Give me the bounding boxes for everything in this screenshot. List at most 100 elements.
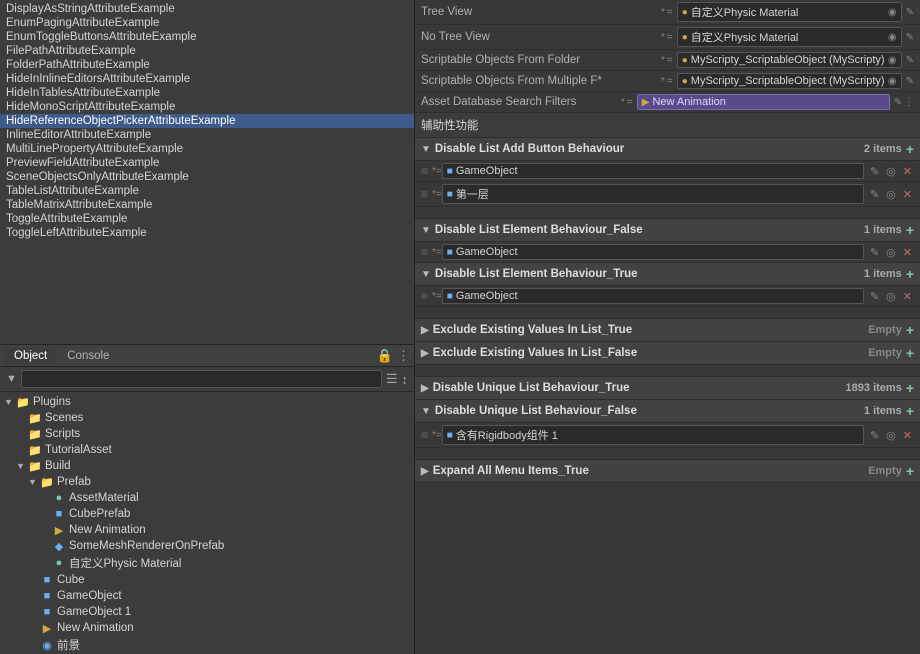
drag-handle-2[interactable]: ≡: [421, 187, 428, 201]
section-arrow-uniq-false[interactable]: [421, 406, 431, 417]
edit-row-1[interactable]: ✎: [868, 165, 881, 178]
link-icon4[interactable]: *: [661, 76, 665, 87]
add-button-true[interactable]: +: [906, 266, 914, 282]
edit-icon5[interactable]: ✎: [894, 97, 902, 108]
edit-icon[interactable]: ✎: [906, 7, 914, 18]
equal-icon3[interactable]: =: [667, 55, 673, 66]
edit-row-2[interactable]: ✎: [868, 188, 881, 201]
scriptable-from-field[interactable]: ● MyScripty_ScriptableObject (MyScripty)…: [677, 52, 902, 68]
edit-row-4[interactable]: ✎: [868, 290, 881, 303]
tab-object[interactable]: Object: [4, 348, 57, 364]
more-icon[interactable]: ⋮: [397, 348, 410, 364]
equal-icon5[interactable]: =: [627, 97, 633, 108]
attr-item-hideininlineeditorsattributeexample[interactable]: HideInInlineEditorsAttributeExample: [0, 72, 414, 86]
row-obj-go3[interactable]: ■ GameObject: [442, 288, 864, 304]
asset-db-field[interactable]: ▶ New Animation: [637, 94, 890, 110]
delete-row-1[interactable]: ✕: [901, 165, 914, 178]
tree-item-assetmaterial[interactable]: ●AssetMaterial: [0, 490, 414, 506]
sort-icon[interactable]: ↕: [402, 372, 409, 387]
attr-item-folderpathattributeexample[interactable]: FolderPathAttributeExample: [0, 58, 414, 72]
attr-item-enumpagingattributeexample[interactable]: EnumPagingAttributeExample: [0, 16, 414, 30]
tab-console[interactable]: Console: [57, 348, 119, 364]
attr-item-enumtogglebuttonsattributeexample[interactable]: EnumToggleButtonsAttributeExample: [0, 30, 414, 44]
tree-item-tutorialasset[interactable]: 📁TutorialAsset: [0, 442, 414, 458]
drag-handle-1[interactable]: ≡: [421, 164, 428, 178]
edit-row-5[interactable]: ✎: [868, 429, 881, 442]
tree-item-cubeprefab[interactable]: ■CubePrefab: [0, 506, 414, 522]
row-obj-layer[interactable]: ■ 第一层: [442, 184, 864, 204]
attr-item-previewfieldattributeexample[interactable]: PreviewFieldAttributeExample: [0, 156, 414, 170]
row-obj-rigidbody[interactable]: ■ 含有Rigidbody组件 1: [442, 425, 864, 445]
equal-icon2[interactable]: =: [667, 32, 673, 43]
row-equal-icon4[interactable]: =: [436, 291, 442, 302]
section-arrow-true[interactable]: [421, 269, 431, 280]
equal-icon4[interactable]: =: [667, 76, 673, 87]
attr-item-hidereferenceobjectpickerattributeexample[interactable]: HideReferenceObjectPickerAttributeExampl…: [0, 114, 414, 128]
attr-item-toggleattributeexample[interactable]: ToggleAttributeExample: [0, 212, 414, 226]
edit-icon4[interactable]: ✎: [906, 76, 914, 87]
tree-item-newanimation2[interactable]: ▶New Animation: [0, 620, 414, 636]
row-obj-go1[interactable]: ■ GameObject: [442, 163, 864, 179]
row-equal-icon3[interactable]: =: [436, 247, 442, 258]
delete-row-4[interactable]: ✕: [901, 290, 914, 303]
section-arrow-false[interactable]: [421, 225, 431, 236]
attr-item-displayasstringattributeexample[interactable]: DisplayAsStringAttributeExample: [0, 2, 414, 16]
tree-item-build[interactable]: ▼📁Build: [0, 458, 414, 474]
link-icon[interactable]: *: [661, 7, 665, 18]
tree-view-field[interactable]: ● 自定义Physic Material ◉: [677, 2, 902, 22]
attr-item-toggleleftattributeexample[interactable]: ToggleLeftAttributeExample: [0, 226, 414, 240]
attr-item-hidemonoscriptattributeexample[interactable]: HideMonoScriptAttributeExample: [0, 100, 414, 114]
tree-item-scripts[interactable]: 📁Scripts: [0, 426, 414, 442]
tree-item-prefab[interactable]: ▼📁Prefab: [0, 474, 414, 490]
clone-row-1[interactable]: ◎: [884, 165, 898, 178]
delete-row-3[interactable]: ✕: [901, 246, 914, 259]
attr-item-filepathattributeexample[interactable]: FilePathAttributeExample: [0, 44, 414, 58]
attr-item-tablelistattributeexample[interactable]: TableListAttributeExample: [0, 184, 414, 198]
tree-item-gameobject1[interactable]: ■GameObject 1: [0, 604, 414, 620]
row-obj-go2[interactable]: ■ GameObject: [442, 244, 864, 260]
clone-row-5[interactable]: ◎: [884, 429, 898, 442]
tree-item-plugins[interactable]: ▼📁Plugins: [0, 394, 414, 410]
no-tree-view-field[interactable]: ● 自定义Physic Material ◉: [677, 27, 902, 47]
section-arrow-ex-false[interactable]: [421, 348, 429, 359]
drag-handle-4[interactable]: ≡: [421, 289, 428, 303]
link-icon2[interactable]: *: [661, 32, 665, 43]
row-equal-icon5[interactable]: =: [436, 430, 442, 441]
add-button-uniq-false[interactable]: +: [906, 403, 914, 419]
tree-item-cube[interactable]: ■Cube: [0, 572, 414, 588]
row-equal-icon2[interactable]: =: [436, 189, 442, 200]
delete-row-2[interactable]: ✕: [901, 188, 914, 201]
attr-item-sceneobjectsonlyattributeexample[interactable]: SceneObjectsOnlyAttributeExample: [0, 170, 414, 184]
edit-row-3[interactable]: ✎: [868, 246, 881, 259]
add-button-uniq-true[interactable]: +: [906, 380, 914, 396]
tree-item-scenes[interactable]: 📁Scenes: [0, 410, 414, 426]
drag-handle-3[interactable]: ≡: [421, 245, 428, 259]
clone-row-4[interactable]: ◎: [884, 290, 898, 303]
search-input[interactable]: [21, 370, 382, 388]
add-button-add[interactable]: +: [906, 141, 914, 157]
section-arrow-ex-true[interactable]: [421, 325, 429, 336]
delete-row-5[interactable]: ✕: [901, 429, 914, 442]
link-icon3[interactable]: *: [661, 55, 665, 66]
attr-item-inlineeditorattributeexample[interactable]: InlineEditorAttributeExample: [0, 128, 414, 142]
more-options-icon[interactable]: ⋮: [904, 97, 914, 108]
lock-icon[interactable]: 🔒: [377, 348, 393, 364]
tree-item-gameobject[interactable]: ■GameObject: [0, 588, 414, 604]
equal-icon[interactable]: =: [667, 7, 673, 18]
tree-item-customphysic[interactable]: ●自定义Physic Material: [0, 554, 414, 572]
section-arrow-uniq-true[interactable]: [421, 383, 429, 394]
edit-icon3[interactable]: ✎: [906, 55, 914, 66]
add-button-ex-true[interactable]: +: [906, 322, 914, 338]
clone-row-3[interactable]: ◎: [884, 246, 898, 259]
dropdown-arrow[interactable]: ▼: [6, 373, 17, 385]
add-button-ex-false[interactable]: +: [906, 345, 914, 361]
tree-item-newanimation[interactable]: ▶New Animation: [0, 522, 414, 538]
tree-item-qianjing[interactable]: ◉前景: [0, 636, 414, 654]
attr-item-tablematrixattributeexample[interactable]: TableMatrixAttributeExample: [0, 198, 414, 212]
clone-row-2[interactable]: ◎: [884, 188, 898, 201]
add-button-false[interactable]: +: [906, 222, 914, 238]
section-arrow-expand[interactable]: [421, 466, 429, 477]
scriptable-multiple-field[interactable]: ● MyScripty_ScriptableObject (MyScripty)…: [677, 73, 902, 89]
tree-item-somemeshrenderer[interactable]: ◆SomeMeshRendererOnPrefab: [0, 538, 414, 554]
edit-icon2[interactable]: ✎: [906, 32, 914, 43]
